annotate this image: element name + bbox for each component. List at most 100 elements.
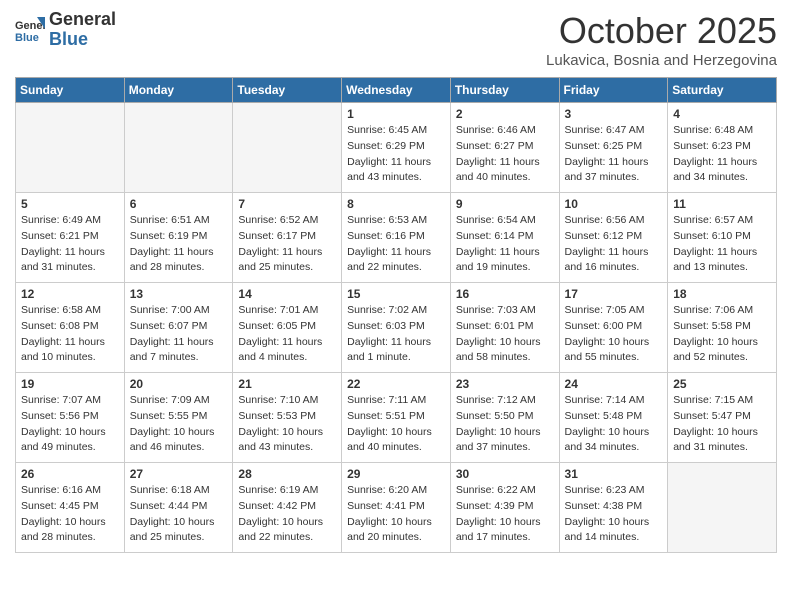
calendar-cell: 29 Sunrise: 6:20 AMSunset: 4:41 PMDayligh… (342, 463, 451, 553)
day-number: 12 (21, 287, 119, 301)
calendar-cell (668, 463, 777, 553)
day-number: 13 (130, 287, 228, 301)
calendar-cell: 23 Sunrise: 7:12 AMSunset: 5:50 PMDayligh… (450, 373, 559, 463)
day-info: Sunrise: 6:20 AMSunset: 4:41 PMDaylight:… (347, 483, 445, 546)
day-info: Sunrise: 7:12 AMSunset: 5:50 PMDaylight:… (456, 393, 554, 456)
calendar-cell: 13 Sunrise: 7:00 AMSunset: 6:07 PMDayligh… (124, 283, 233, 373)
day-number: 28 (238, 467, 336, 481)
day-header-friday: Friday (559, 78, 668, 103)
logo-general-text: General (49, 9, 116, 29)
day-number: 18 (673, 287, 771, 301)
day-info: Sunrise: 7:06 AMSunset: 5:58 PMDaylight:… (673, 303, 771, 366)
svg-text:Blue: Blue (15, 32, 39, 44)
week-row-4: 19 Sunrise: 7:07 AMSunset: 5:56 PMDayligh… (16, 373, 777, 463)
day-number: 23 (456, 377, 554, 391)
day-info: Sunrise: 6:51 AMSunset: 6:19 PMDaylight:… (130, 213, 228, 276)
day-number: 26 (21, 467, 119, 481)
day-number: 21 (238, 377, 336, 391)
day-info: Sunrise: 6:52 AMSunset: 6:17 PMDaylight:… (238, 213, 336, 276)
calendar-cell: 30 Sunrise: 6:22 AMSunset: 4:39 PMDayligh… (450, 463, 559, 553)
day-info: Sunrise: 6:49 AMSunset: 6:21 PMDaylight:… (21, 213, 119, 276)
day-header-sunday: Sunday (16, 78, 125, 103)
day-number: 7 (238, 197, 336, 211)
day-info: Sunrise: 6:48 AMSunset: 6:23 PMDaylight:… (673, 123, 771, 186)
day-number: 27 (130, 467, 228, 481)
week-row-3: 12 Sunrise: 6:58 AMSunset: 6:08 PMDayligh… (16, 283, 777, 373)
day-number: 25 (673, 377, 771, 391)
day-number: 6 (130, 197, 228, 211)
calendar-cell: 11 Sunrise: 6:57 AMSunset: 6:10 PMDayligh… (668, 193, 777, 283)
day-info: Sunrise: 6:22 AMSunset: 4:39 PMDaylight:… (456, 483, 554, 546)
calendar-cell: 10 Sunrise: 6:56 AMSunset: 6:12 PMDayligh… (559, 193, 668, 283)
calendar-cell: 8Sunrise: 6:53 AMSunset: 6:16 PMDaylight… (342, 193, 451, 283)
day-number: 10 (565, 197, 663, 211)
calendar-cell (124, 103, 233, 193)
calendar-cell: 18 Sunrise: 7:06 AMSunset: 5:58 PMDayligh… (668, 283, 777, 373)
calendar-cell: 5 Sunrise: 6:49 AMSunset: 6:21 PMDaylight… (16, 193, 125, 283)
calendar-cell: 27 Sunrise: 6:18 AMSunset: 4:44 PMDayligh… (124, 463, 233, 553)
month-title: October 2025 (546, 10, 777, 52)
calendar-cell: 12 Sunrise: 6:58 AMSunset: 6:08 PMDayligh… (16, 283, 125, 373)
day-number: 31 (565, 467, 663, 481)
day-header-thursday: Thursday (450, 78, 559, 103)
day-header-tuesday: Tuesday (233, 78, 342, 103)
day-number: 9 (456, 197, 554, 211)
calendar-cell: 26Sunrise: 6:16 AMSunset: 4:45 PMDayligh… (16, 463, 125, 553)
day-number: 22 (347, 377, 445, 391)
day-info: Sunrise: 7:11 AMSunset: 5:51 PMDaylight:… (347, 393, 445, 456)
calendar-cell: 28 Sunrise: 6:19 AMSunset: 4:42 PMDayligh… (233, 463, 342, 553)
day-info: Sunrise: 6:56 AMSunset: 6:12 PMDaylight:… (565, 213, 663, 276)
calendar-cell (16, 103, 125, 193)
calendar-cell: 25 Sunrise: 7:15 AMSunset: 5:47 PMDayligh… (668, 373, 777, 463)
day-info: Sunrise: 6:46 AMSunset: 6:27 PMDaylight:… (456, 123, 554, 186)
day-number: 11 (673, 197, 771, 211)
calendar-cell: 1Sunrise: 6:45 AMSunset: 6:29 PMDaylight… (342, 103, 451, 193)
day-number: 20 (130, 377, 228, 391)
calendar-cell: 22 Sunrise: 7:11 AMSunset: 5:51 PMDayligh… (342, 373, 451, 463)
day-info: Sunrise: 7:03 AMSunset: 6:01 PMDaylight:… (456, 303, 554, 366)
day-number: 24 (565, 377, 663, 391)
day-number: 2 (456, 107, 554, 121)
calendar-cell: 19 Sunrise: 7:07 AMSunset: 5:56 PMDayligh… (16, 373, 125, 463)
day-info: Sunrise: 6:54 AMSunset: 6:14 PMDaylight:… (456, 213, 554, 276)
calendar-cell: 24Sunrise: 7:14 AMSunset: 5:48 PMDayligh… (559, 373, 668, 463)
day-info: Sunrise: 6:57 AMSunset: 6:10 PMDaylight:… (673, 213, 771, 276)
logo-icon: General Blue (15, 15, 45, 45)
day-info: Sunrise: 6:18 AMSunset: 4:44 PMDaylight:… (130, 483, 228, 546)
week-row-2: 5 Sunrise: 6:49 AMSunset: 6:21 PMDaylight… (16, 193, 777, 283)
header-row: SundayMondayTuesdayWednesdayThursdayFrid… (16, 78, 777, 103)
day-info: Sunrise: 6:45 AMSunset: 6:29 PMDaylight:… (347, 123, 445, 186)
day-info: Sunrise: 6:23 AMSunset: 4:38 PMDaylight:… (565, 483, 663, 546)
calendar-cell: 14Sunrise: 7:01 AMSunset: 6:05 PMDayligh… (233, 283, 342, 373)
day-info: Sunrise: 6:53 AMSunset: 6:16 PMDaylight:… (347, 213, 445, 276)
calendar-cell: 4Sunrise: 6:48 AMSunset: 6:23 PMDaylight… (668, 103, 777, 193)
day-info: Sunrise: 6:47 AMSunset: 6:25 PMDaylight:… (565, 123, 663, 186)
calendar-cell: 31 Sunrise: 6:23 AMSunset: 4:38 PMDayligh… (559, 463, 668, 553)
day-number: 29 (347, 467, 445, 481)
day-number: 16 (456, 287, 554, 301)
title-block: October 2025 Lukavica, Bosnia and Herzeg… (546, 10, 777, 69)
day-number: 30 (456, 467, 554, 481)
calendar-cell: 3 Sunrise: 6:47 AMSunset: 6:25 PMDaylight… (559, 103, 668, 193)
calendar-cell: 15Sunrise: 7:02 AMSunset: 6:03 PMDayligh… (342, 283, 451, 373)
day-info: Sunrise: 7:05 AMSunset: 6:00 PMDaylight:… (565, 303, 663, 366)
day-info: Sunrise: 7:15 AMSunset: 5:47 PMDaylight:… (673, 393, 771, 456)
day-info: Sunrise: 6:58 AMSunset: 6:08 PMDaylight:… (21, 303, 119, 366)
calendar-cell: 2 Sunrise: 6:46 AMSunset: 6:27 PMDaylight… (450, 103, 559, 193)
day-number: 19 (21, 377, 119, 391)
calendar-cell (233, 103, 342, 193)
day-header-monday: Monday (124, 78, 233, 103)
day-info: Sunrise: 6:19 AMSunset: 4:42 PMDaylight:… (238, 483, 336, 546)
logo: General Blue General Blue (15, 10, 116, 50)
calendar-cell: 9 Sunrise: 6:54 AMSunset: 6:14 PMDaylight… (450, 193, 559, 283)
day-number: 17 (565, 287, 663, 301)
day-number: 14 (238, 287, 336, 301)
day-info: Sunrise: 7:10 AMSunset: 5:53 PMDaylight:… (238, 393, 336, 456)
logo-blue-text: Blue (49, 29, 88, 49)
day-number: 5 (21, 197, 119, 211)
day-info: Sunrise: 7:00 AMSunset: 6:07 PMDaylight:… (130, 303, 228, 366)
day-info: Sunrise: 7:07 AMSunset: 5:56 PMDaylight:… (21, 393, 119, 456)
day-number: 3 (565, 107, 663, 121)
day-info: Sunrise: 7:09 AMSunset: 5:55 PMDaylight:… (130, 393, 228, 456)
day-header-saturday: Saturday (668, 78, 777, 103)
